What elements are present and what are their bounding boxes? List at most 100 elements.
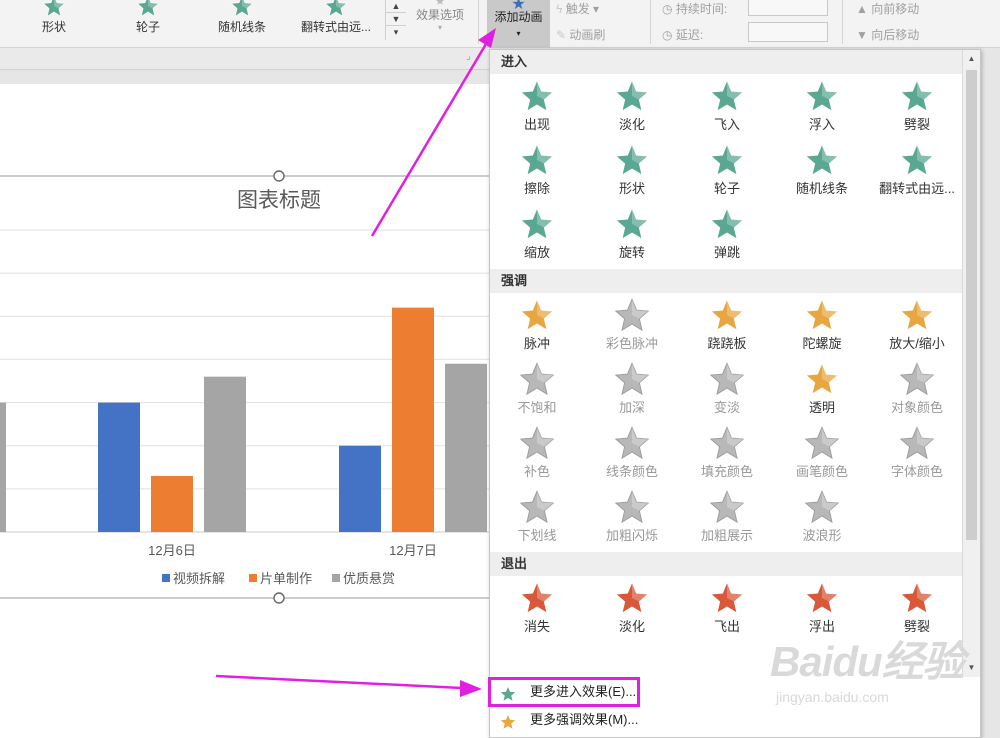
effect-item[interactable]: 劈裂: [870, 78, 964, 133]
section-header: 强调: [490, 269, 962, 293]
effect-item[interactable]: 淡化: [585, 78, 679, 133]
effect-item[interactable]: 飞出: [680, 580, 774, 635]
trigger-button[interactable]: ϟ 触发 ▾: [556, 0, 599, 17]
chart[interactable]: 12月6日 12月7日 图表标题 视频拆解 片单制作 优质悬赏: [0, 84, 490, 738]
clock-icon: ◷: [662, 2, 673, 16]
add-animation-icon: ★: [511, 0, 526, 13]
effect-star-icon: [775, 297, 869, 333]
dialog-launcher-icon[interactable]: ⌟: [466, 51, 471, 62]
effect-star-icon: [585, 78, 679, 114]
effect-item[interactable]: 填充颜色: [680, 425, 774, 480]
effect-item[interactable]: 不饱和: [490, 361, 584, 416]
effect-label: 跷跷板: [707, 336, 747, 351]
effect-item[interactable]: 飞入: [680, 78, 774, 133]
effect-label: 形状: [618, 181, 645, 196]
effect-label: 下划线: [517, 528, 557, 543]
effect-item[interactable]: 脉冲: [490, 297, 584, 352]
effect-star-icon: [680, 361, 774, 397]
effect-item[interactable]: 淡化: [585, 580, 679, 635]
effect-item[interactable]: 消失: [490, 580, 584, 635]
effect-item[interactable]: 下划线: [490, 489, 584, 544]
effect-label: 波浪形: [802, 528, 842, 543]
effect-item[interactable]: 跷跷板: [680, 297, 774, 352]
effect-label: 轮子: [713, 181, 740, 196]
add-animation-button[interactable]: ★ 添加动画 ▾: [487, 0, 550, 48]
star-wheel-icon: [102, 0, 194, 18]
effect-item[interactable]: 变淡: [680, 361, 774, 416]
effect-star-icon: [680, 489, 774, 525]
effect-star-icon: [775, 580, 869, 616]
effect-item[interactable]: 透明: [775, 361, 869, 416]
effect-item[interactable]: 翻转式由远...: [870, 142, 964, 197]
effect-item[interactable]: 线条颜色: [585, 425, 679, 480]
bar-视频拆解[interactable]: [98, 402, 140, 532]
effect-item[interactable]: 劈裂: [870, 580, 964, 635]
effect-item[interactable]: 旋转: [585, 206, 679, 261]
effect-label: 加粗展示: [700, 528, 753, 543]
effect-item[interactable]: 弹跳: [680, 206, 774, 261]
effect-star-icon: [585, 580, 679, 616]
chart-legend[interactable]: 视频拆解 片单制作 优质悬赏: [162, 571, 395, 586]
effect-item[interactable]: 彩色脉冲: [585, 297, 679, 352]
effect-item[interactable]: 对象颜色: [870, 361, 964, 416]
gallery-scroll[interactable]: ▲ ▼ ▾: [385, 0, 406, 40]
ribbon-gallery-label: 随机线条: [217, 20, 266, 34]
chart-title[interactable]: 图表标题: [237, 189, 321, 212]
effect-label: 缩放: [523, 245, 550, 260]
effect-item[interactable]: 随机线条: [775, 142, 869, 197]
scroll-thumb[interactable]: [966, 70, 977, 540]
effect-item[interactable]: 形状: [585, 142, 679, 197]
effect-item[interactable]: 浮出: [775, 580, 869, 635]
ribbon-gallery-item[interactable]: 轮子: [102, 0, 194, 40]
painter-icon: ✎: [556, 28, 567, 42]
effect-label: 弹跳: [713, 245, 740, 260]
effect-star-icon: [490, 580, 584, 616]
effect-item[interactable]: 字体颜色: [870, 425, 964, 480]
gallery-more-icon[interactable]: ▾: [386, 26, 406, 39]
bar-clipped[interactable]: [0, 402, 6, 532]
bar-片单制作[interactable]: [151, 475, 193, 532]
animation-painter-button[interactable]: ✎ 动画刷: [556, 26, 605, 43]
ribbon-gallery-item[interactable]: 形状: [8, 0, 100, 40]
resize-handle-bottom[interactable]: [273, 592, 285, 604]
bar-视频拆解[interactable]: [339, 445, 381, 532]
effect-item[interactable]: 放大/缩小: [870, 297, 964, 352]
effect-item[interactable]: 加粗展示: [680, 489, 774, 544]
star-grow-turn-icon: [290, 0, 382, 18]
effect-star-icon: [490, 425, 584, 461]
effect-item[interactable]: 补色: [490, 425, 584, 480]
effect-star-icon: [680, 142, 774, 178]
panel-scrollbar[interactable]: ▲ ▼: [962, 50, 980, 677]
ribbon-gallery-item[interactable]: 翻转式由远...: [290, 0, 382, 40]
effect-star-icon: [490, 489, 584, 525]
duration-field[interactable]: [748, 0, 828, 16]
delay-field[interactable]: [748, 22, 828, 42]
effect-item[interactable]: 加粗闪烁: [585, 489, 679, 544]
effect-label: 浮入: [808, 117, 835, 132]
effect-item[interactable]: 出现: [490, 78, 584, 133]
effect-options-button[interactable]: ★ 效果选项 ▾: [410, 0, 470, 32]
ribbon-gallery-item[interactable]: 随机线条: [196, 0, 288, 40]
bar-优质悬赏[interactable]: [445, 363, 487, 532]
move-earlier-button[interactable]: ▲ 向前移动: [856, 0, 919, 17]
gallery-up-icon[interactable]: ▲: [386, 0, 406, 13]
move-later-button[interactable]: ▼ 向后移动: [856, 26, 919, 43]
effect-star-icon: [585, 425, 679, 461]
gallery-down-icon[interactable]: ▼: [386, 13, 406, 26]
resize-handle-top[interactable]: [273, 170, 285, 182]
effect-item[interactable]: 加深: [585, 361, 679, 416]
effect-label: 变淡: [713, 400, 740, 415]
slide-canvas[interactable]: 12月6日 12月7日 图表标题 视频拆解 片单制作 优质悬赏: [0, 84, 490, 738]
scroll-up-icon[interactable]: ▲: [963, 50, 980, 67]
effect-item[interactable]: 波浪形: [775, 489, 869, 544]
effect-star-icon: [775, 78, 869, 114]
legend-swatch: [249, 574, 257, 582]
bar-片单制作[interactable]: [392, 307, 434, 532]
bar-优质悬赏[interactable]: [204, 376, 246, 532]
effect-item[interactable]: 缩放: [490, 206, 584, 261]
effect-item[interactable]: 陀螺旋: [775, 297, 869, 352]
effect-item[interactable]: 擦除: [490, 142, 584, 197]
effect-item[interactable]: 轮子: [680, 142, 774, 197]
effect-item[interactable]: 浮入: [775, 78, 869, 133]
effect-item[interactable]: 画笔颜色: [775, 425, 869, 480]
